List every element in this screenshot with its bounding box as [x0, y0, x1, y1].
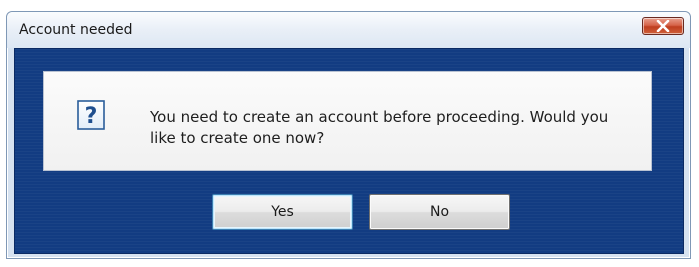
close-button[interactable] [642, 17, 684, 35]
svg-text:?: ? [85, 104, 98, 129]
title-bar[interactable]: Account needed [7, 12, 690, 48]
dialog-title: Account needed [19, 22, 133, 38]
no-button[interactable]: No [369, 194, 510, 230]
message-panel: ? You need to create an account before p… [43, 71, 652, 171]
question-icon: ? [77, 100, 105, 130]
close-icon [656, 20, 670, 32]
dialog-window: Account needed ? You need to create an a… [6, 11, 691, 259]
yes-button[interactable]: Yes [212, 194, 353, 230]
dialog-body: ? You need to create an account before p… [14, 48, 684, 254]
dialog-message: You need to create an account before pro… [150, 108, 609, 147]
